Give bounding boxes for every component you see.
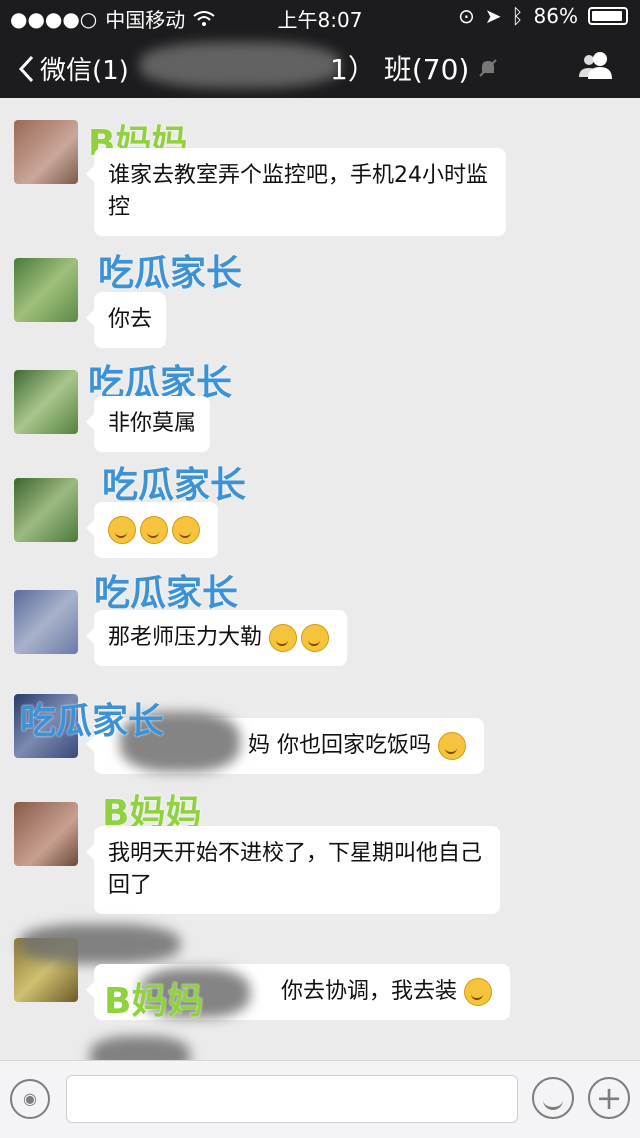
voice-icon: ◉	[23, 1089, 37, 1108]
mute-bell-icon	[479, 59, 498, 77]
battery-percent: 86%	[533, 4, 578, 28]
redacted-avatar-smudge	[90, 1036, 190, 1060]
message-text: 那老师压力大勒	[108, 625, 263, 650]
sender-name: 吃瓜家长	[94, 573, 239, 614]
chat-title-partial: 1）	[330, 53, 376, 86]
message-text: 你去协调，我去装	[280, 979, 457, 1004]
redacted-title-smudge	[140, 42, 340, 88]
more-button[interactable]: +	[588, 1077, 630, 1119]
message-bubble[interactable]	[86, 502, 218, 558]
message-input[interactable]	[66, 1075, 518, 1123]
input-bar: ◉ +	[0, 1060, 640, 1138]
status-right: ⊙ ➤ ᛒ 86%	[458, 4, 628, 28]
avatar[interactable]	[14, 258, 78, 322]
rotation-lock-icon: ⊙	[458, 4, 475, 28]
avatar[interactable]	[14, 370, 78, 434]
thinking-emoji-icon	[172, 516, 200, 544]
chevron-left-icon	[18, 55, 34, 82]
status-bar: ●●●●○ 中国移动 上午8:07 ⊙ ➤ ᛒ 86%	[0, 0, 640, 32]
avatar[interactable]	[14, 590, 78, 654]
emoji-button[interactable]	[532, 1077, 574, 1119]
sender-name: 吃瓜家长	[20, 701, 165, 742]
redacted-name-smudge	[20, 924, 180, 964]
message-bubble[interactable]: 我明天开始不进校了，下星期叫他自己回了	[86, 826, 500, 914]
sender-name: 吃瓜家长	[98, 253, 243, 294]
chat-title-main: 班(70)	[383, 53, 470, 86]
thinking-emoji-icon	[301, 624, 330, 652]
voice-input-button[interactable]: ◉	[10, 1079, 50, 1119]
back-label: 微信(1)	[40, 56, 129, 86]
bluetooth-icon: ᛒ	[511, 4, 524, 28]
grinning-emoji-icon	[438, 732, 466, 760]
avatar[interactable]	[14, 120, 78, 184]
back-button[interactable]: 微信(1)	[18, 50, 129, 87]
nav-bar: 微信(1) 1） 班(70)	[0, 32, 640, 98]
location-icon: ➤	[484, 4, 502, 28]
sender-name: B妈妈	[104, 981, 204, 1022]
message-bubble[interactable]: 那老师压力大勒	[85, 610, 348, 666]
message-bubble[interactable]: 谁家去教室弄个监控吧，手机24小时监控	[86, 148, 506, 236]
flushed-emoji-icon	[464, 978, 492, 1006]
thinking-emoji-icon	[108, 516, 136, 544]
thinking-emoji-icon	[140, 516, 168, 544]
avatar[interactable]	[14, 802, 78, 866]
chat-title: 1） 班(70)	[330, 48, 499, 88]
thinking-emoji-icon	[269, 624, 298, 652]
group-members-icon[interactable]	[578, 50, 614, 80]
avatar[interactable]	[14, 478, 78, 542]
chat-area[interactable]: B妈妈 谁家去教室弄个监控吧，手机24小时监控 吃瓜家长 你去 吃瓜家长 非你莫…	[0, 98, 640, 1060]
sender-name: 吃瓜家长	[102, 465, 247, 506]
message-bubble[interactable]: 你去	[85, 292, 167, 348]
message-text: 妈 你也回家吃饭吗	[248, 733, 431, 758]
message-bubble[interactable]: 非你莫属	[85, 396, 211, 452]
battery-icon	[588, 7, 628, 25]
